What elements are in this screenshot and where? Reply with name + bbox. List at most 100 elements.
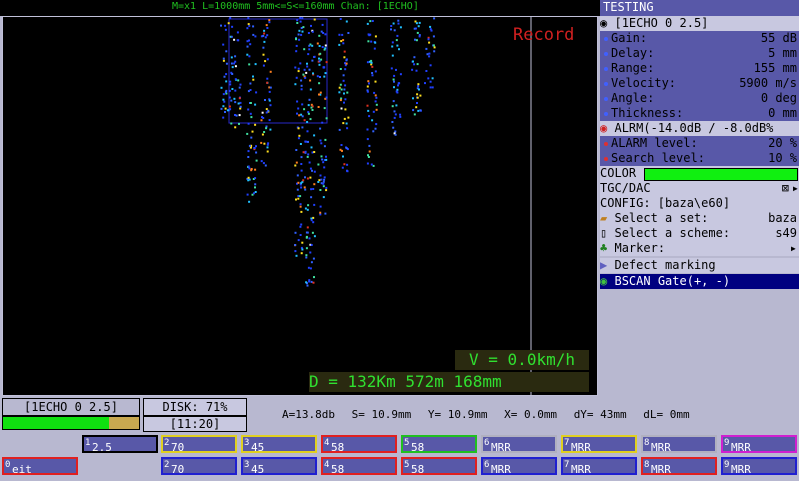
tgc-dac-item[interactable]: TGC/DAC ⊠ ▸ [600,181,799,196]
echo-speck [224,28,227,31]
channel-button-top-4[interactable]: 5 58 [401,435,477,454]
gain-item[interactable]: Gain: 55 dB [600,31,799,46]
search-level-item[interactable]: Search level: 10 % [600,151,799,166]
echo-speck [318,82,321,85]
channel-button-top-8[interactable]: 9 MRR [721,435,797,454]
echo-speck [235,114,238,117]
echo-speck [343,163,346,166]
echo-speck [339,99,342,102]
echo-speck [392,22,395,25]
velocity-item[interactable]: Velocity: 5900 m/s [600,76,799,91]
echo-speck [246,53,249,56]
echo-speck [319,174,322,177]
echo-speck [308,48,311,51]
channel-button-bottom-3[interactable]: 4 58 [321,457,397,476]
echo-speck [424,82,426,85]
defect-marking-item[interactable]: ▶ Defect marking [600,258,799,273]
echo-speck [247,23,250,26]
bscan-gate-item[interactable]: ◉ BSCAN Gate(+, -) [600,274,799,289]
echo-speck [418,88,420,91]
alarm-item[interactable]: ◉ ALRM(-14.0dB / -8.0dB% [600,121,799,136]
echo-speck [238,122,240,125]
echo-speck [225,73,228,76]
echo-speck [236,31,239,34]
channel-button-top-3[interactable]: 4 58 [321,435,397,454]
echo-speck [346,163,349,166]
echo-speck [226,109,229,112]
echo-speck [367,109,370,112]
range-item[interactable]: Range: 155 mm [600,61,799,76]
echo-speck [234,126,237,129]
echo-speck [261,133,264,136]
echo-speck [306,155,309,158]
echo-speck [299,17,302,19]
echo-speck [238,97,241,100]
echo-speck [263,29,266,32]
echo-speck [306,65,309,68]
echo-speck [341,166,344,169]
echo-speck [374,80,377,83]
echo-speck [230,62,233,65]
channel-item[interactable]: ◉ [1ECHO 0 2.5] [600,16,799,31]
channel-button-top-1[interactable]: 2 70 [161,435,237,454]
echo-speck [299,62,302,65]
echo-speck [248,24,251,27]
channel-button-bottom-5[interactable]: 6 MRR [481,457,557,476]
echo-speck [433,50,436,53]
echo-speck [251,193,254,196]
echo-speck [412,60,414,63]
echo-speck [296,22,299,24]
echo-speck [254,123,257,126]
channel-button-bottom-1[interactable]: 2 70 [161,457,237,476]
select-scheme-item[interactable]: ▯ Select a scheme: s49 [600,226,799,241]
thickness-item[interactable]: Thickness: 0 mm [600,106,799,121]
channel-button-top-0[interactable]: 1 2.5 [82,435,158,454]
echo-speck [318,45,321,47]
angle-item[interactable]: Angle: 0 deg [600,91,799,106]
echo-speck [234,65,237,68]
echo-speck [393,80,395,83]
marker-item[interactable]: ♣ Marker: ▸ [600,241,799,256]
echo-speck [374,94,377,97]
echo-speck [300,113,303,116]
channel-button-top-6[interactable]: 7 MRR [561,435,637,454]
echo-speck [302,151,305,154]
echo-speck [397,19,400,22]
channel-button-bottom-7[interactable]: 8 MRR [641,457,717,476]
echo-speck [413,113,416,116]
echo-speck [319,76,321,78]
checkbox-icon[interactable]: ⊠ [782,181,789,195]
echo-speck [249,102,252,104]
channel-button-bottom-6[interactable]: 7 MRR [561,457,637,476]
channel-button-top-2[interactable]: 3 45 [241,435,317,454]
echo-speck [374,35,377,38]
channel-button-top-7[interactable]: 8 MRR [641,435,717,454]
delay-item[interactable]: Delay: 5 mm [600,46,799,61]
echo-speck [227,22,230,25]
config-item[interactable]: CONFIG: [baza\e60] [600,196,799,211]
channel-button-bottom-0[interactable]: 0 eit [2,457,78,476]
echo-speck [237,79,240,82]
select-set-item[interactable]: ▰ Select a set: baza [600,211,799,226]
echo-speck [302,73,305,76]
echo-speck [319,127,322,130]
echo-speck [262,53,265,56]
channel-button-top-5[interactable]: 6 MRR [481,435,557,454]
bscan-display[interactable]: Record V = 0.0km/h D = 132Km 572m 168mm [2,16,598,396]
bullet-icon [604,156,608,161]
echo-speck [298,134,301,137]
alarm-level-item[interactable]: ALARM level: 20 % [600,136,799,151]
echo-speck [310,219,313,222]
echo-speck [264,36,267,39]
echo-speck [296,174,299,177]
echo-speck [313,235,316,238]
channel-button-bottom-2[interactable]: 3 45 [241,457,317,476]
echo-speck [339,83,342,86]
echo-speck [249,146,252,149]
channel-button-bottom-4[interactable]: 5 58 [401,457,477,476]
echo-speck [295,76,298,79]
echo-speck [307,111,310,114]
echo-speck [309,251,312,254]
channel-button-bottom-8[interactable]: 9 MRR [721,457,797,476]
folder-icon: ▰ [600,211,608,225]
